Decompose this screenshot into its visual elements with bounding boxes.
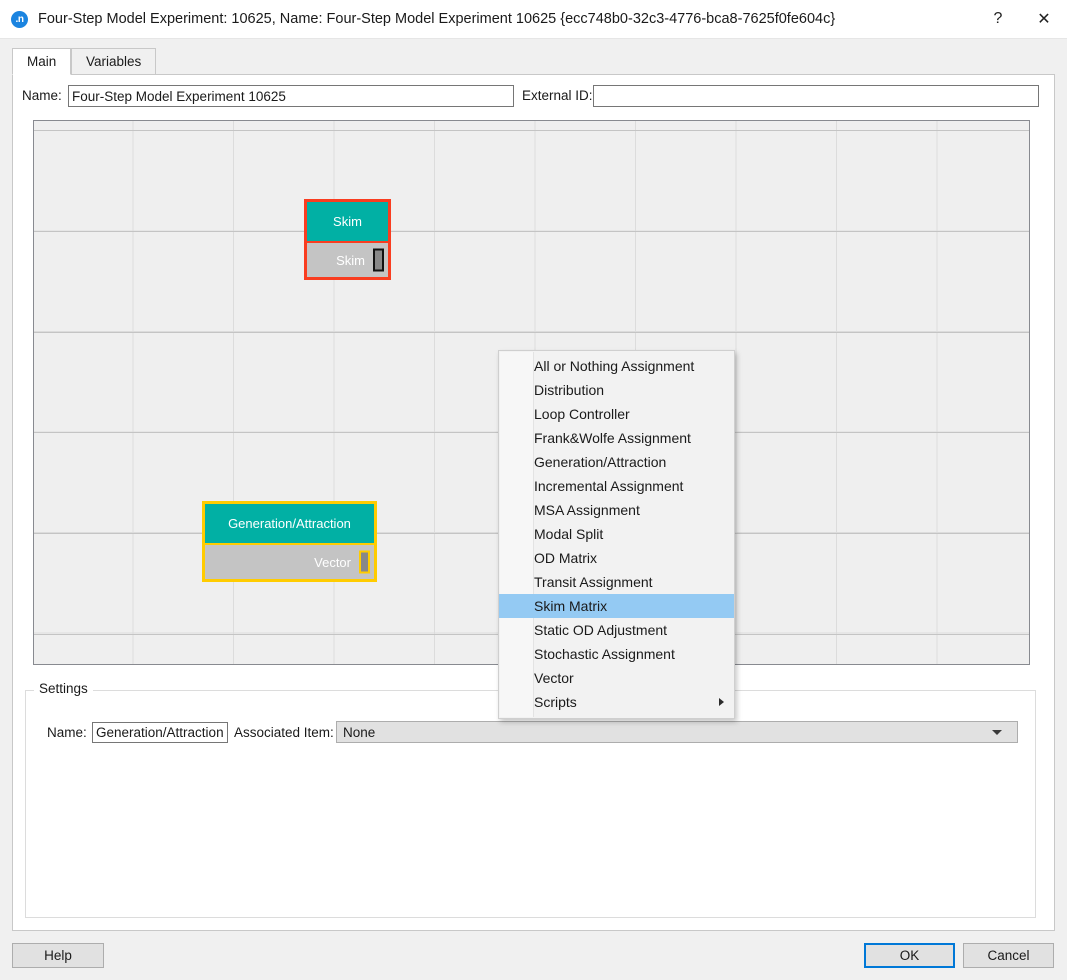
- associated-item-value: None: [343, 724, 376, 740]
- grid-line: [34, 231, 1029, 232]
- close-icon[interactable]: ✕: [1021, 0, 1067, 38]
- settings-name-label: Name:: [47, 725, 87, 740]
- tab-strip: Main Variables: [12, 48, 1055, 75]
- add-item-context-menu[interactable]: All or Nothing Assignment Distribution L…: [498, 350, 735, 719]
- flow-node-generation-attraction-output-label: Vector: [314, 554, 351, 570]
- flow-node-skim[interactable]: Skim Skim: [304, 199, 391, 280]
- menu-item-vector[interactable]: Vector: [499, 666, 734, 690]
- grid-line: [34, 332, 1029, 333]
- chevron-down-icon: [992, 729, 1002, 735]
- menu-item-frank-wolfe-assignment[interactable]: Frank&Wolfe Assignment: [499, 426, 734, 450]
- menu-item-incremental-assignment[interactable]: Incremental Assignment: [499, 474, 734, 498]
- ok-button[interactable]: OK: [864, 943, 955, 968]
- associated-item-select[interactable]: None: [336, 721, 1018, 743]
- cancel-button[interactable]: Cancel: [963, 943, 1054, 968]
- menu-item-msa-assignment[interactable]: MSA Assignment: [499, 498, 734, 522]
- menu-item-static-od-adjustment[interactable]: Static OD Adjustment: [499, 618, 734, 642]
- window-titlebar: .n Four-Step Model Experiment: 10625, Na…: [0, 0, 1067, 39]
- app-logo-icon: .n: [11, 10, 28, 28]
- name-input[interactable]: [68, 85, 514, 107]
- flow-node-generation-attraction-output-port[interactable]: [359, 550, 370, 574]
- settings-name-input[interactable]: [92, 722, 228, 743]
- flow-node-skim-output-label: Skim: [336, 252, 365, 268]
- flow-node-generation-attraction-body[interactable]: Vector: [202, 543, 377, 582]
- name-label: Name:: [22, 88, 62, 103]
- menu-item-od-matrix[interactable]: OD Matrix: [499, 546, 734, 570]
- menu-item-modal-split[interactable]: Modal Split: [499, 522, 734, 546]
- flow-node-skim-title: Skim: [304, 199, 391, 241]
- menu-item-loop-controller[interactable]: Loop Controller: [499, 402, 734, 426]
- menu-item-skim-matrix[interactable]: Skim Matrix: [499, 594, 734, 618]
- tab-variables[interactable]: Variables: [71, 48, 157, 75]
- flow-node-generation-attraction[interactable]: Generation/Attraction Vector: [202, 501, 377, 582]
- chevron-right-icon: [719, 698, 724, 706]
- flow-node-skim-body[interactable]: Skim: [304, 241, 391, 280]
- menu-item-generation-attraction[interactable]: Generation/Attraction: [499, 450, 734, 474]
- menu-item-scripts[interactable]: Scripts: [499, 690, 734, 714]
- settings-group-label: Settings: [34, 681, 93, 696]
- grid-line: [34, 130, 1029, 131]
- menu-item-transit-assignment[interactable]: Transit Assignment: [499, 570, 734, 594]
- help-button[interactable]: Help: [12, 943, 104, 968]
- flow-node-skim-output-port[interactable]: [373, 248, 384, 272]
- titlebar-help-icon[interactable]: ?: [975, 0, 1021, 38]
- associated-item-label: Associated Item:: [234, 725, 334, 740]
- menu-item-scripts-label: Scripts: [534, 694, 577, 710]
- menu-item-stochastic-assignment[interactable]: Stochastic Assignment: [499, 642, 734, 666]
- external-id-label: External ID:: [522, 88, 593, 103]
- tab-main[interactable]: Main: [12, 48, 72, 75]
- window-title: Four-Step Model Experiment: 10625, Name:…: [38, 11, 836, 27]
- flow-node-generation-attraction-title: Generation/Attraction: [202, 501, 377, 543]
- menu-item-distribution[interactable]: Distribution: [499, 378, 734, 402]
- menu-item-all-or-nothing-assignment[interactable]: All or Nothing Assignment: [499, 354, 734, 378]
- external-id-input[interactable]: [593, 85, 1039, 107]
